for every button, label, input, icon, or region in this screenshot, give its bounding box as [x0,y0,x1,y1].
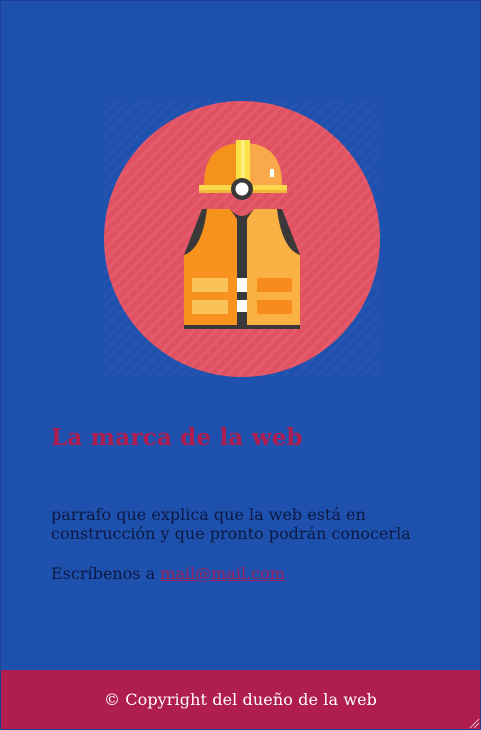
brand-title: La marca de la web [51,424,303,451]
construction-worker-illustration [104,101,380,377]
reflective-strip [192,278,228,292]
resize-grip-icon[interactable] [468,717,480,729]
construction-worker-icon [104,101,380,377]
contact-prefix: Escríbenos a [51,564,161,583]
construction-paragraph: parrafo que explica que la web está en c… [51,505,411,543]
footer: © Copyright del dueño de la web [1,670,480,729]
vest-zipper [237,219,247,329]
copyright-text: © Copyright del dueño de la web [103,690,378,709]
page-frame: La marca de la web parrafo que explica q… [0,0,481,730]
contact-line: Escríbenos a mail@mail.com [51,564,285,583]
contact-email-link[interactable]: mail@mail.com [160,564,285,583]
